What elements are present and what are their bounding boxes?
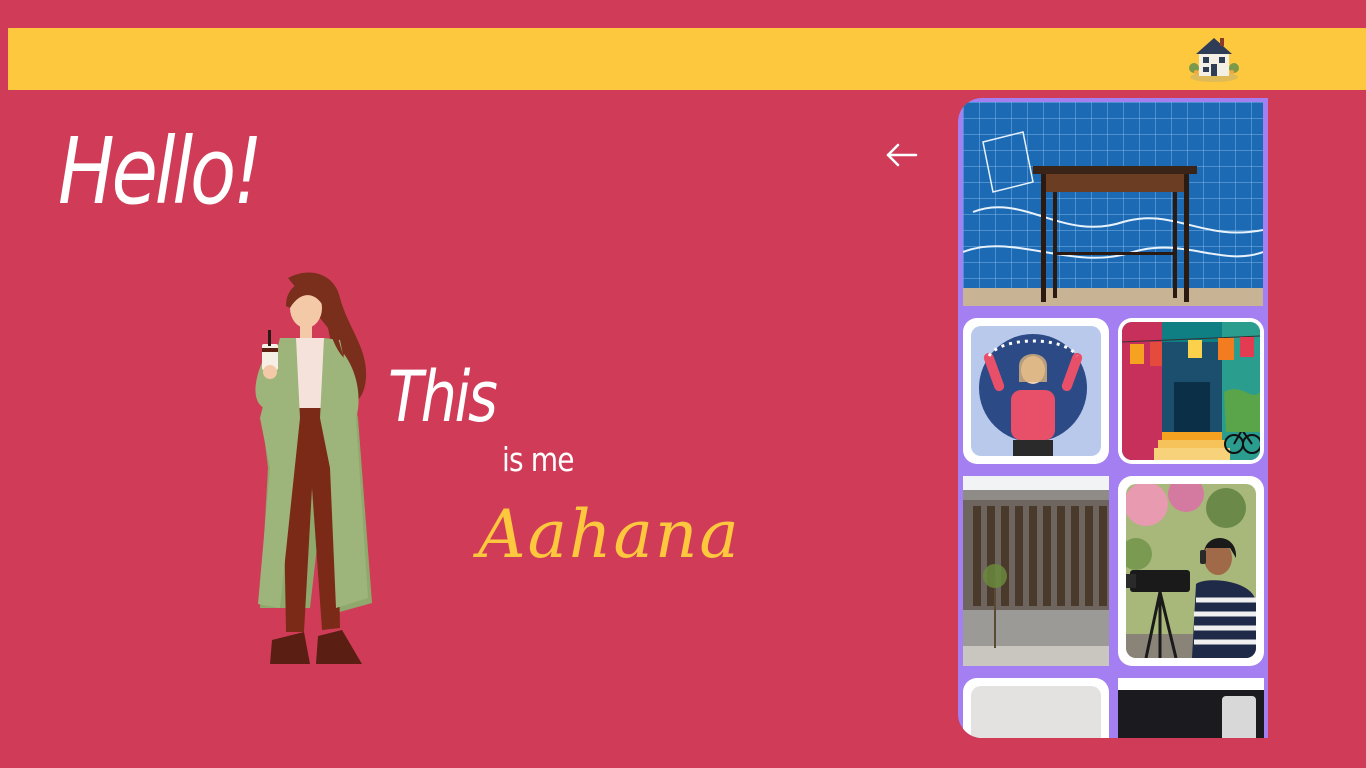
greeting-heading: Hello! (58, 118, 263, 225)
gallery-item-building[interactable] (963, 476, 1109, 666)
photo-gallery[interactable] (958, 98, 1268, 738)
gallery-item-camera-person[interactable] (1118, 476, 1264, 666)
woman-illustration (240, 268, 390, 668)
house-icon[interactable] (1184, 30, 1244, 86)
gallery-item-desk[interactable] (963, 102, 1263, 306)
gallery-item-street-illustration[interactable] (1118, 318, 1264, 464)
gallery-item-girl-illustration[interactable] (963, 318, 1109, 464)
top-bar (8, 28, 1366, 90)
name-text: Aahana (478, 496, 741, 573)
gallery-item-paper[interactable] (963, 678, 1109, 738)
arrow-left-icon[interactable] (884, 138, 920, 172)
is-me-text: is me (502, 440, 575, 479)
gallery-item-dark[interactable] (1118, 678, 1264, 738)
this-text: This (388, 356, 498, 438)
